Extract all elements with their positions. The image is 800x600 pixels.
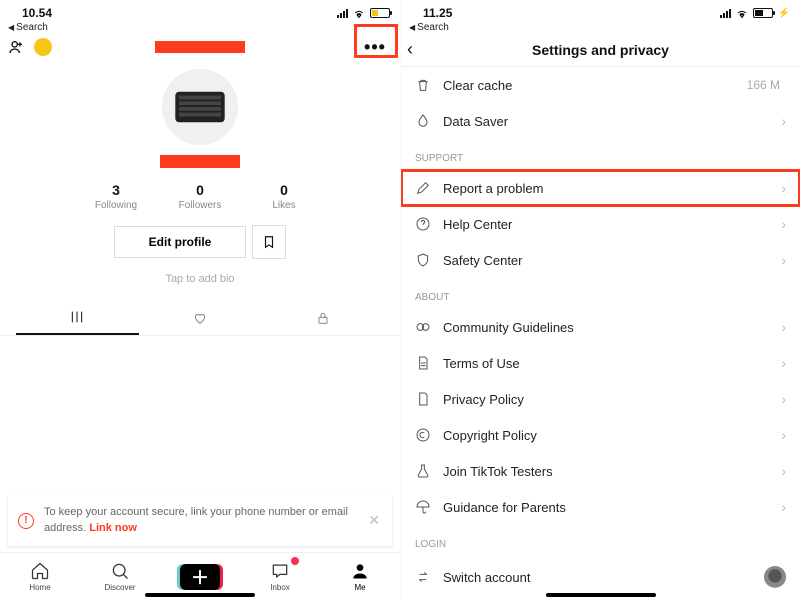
banner-text: To keep your account secure, link your p… — [44, 505, 356, 536]
switch-icon — [415, 569, 431, 585]
tab-private[interactable] — [261, 301, 384, 335]
row-help-center[interactable]: Help Center › — [401, 206, 800, 242]
back-to-search[interactable]: Search — [0, 22, 400, 33]
back-to-search[interactable]: Search — [401, 22, 800, 33]
settings-header: ‹ Settings and privacy — [401, 33, 800, 67]
status-indicators: ⚡ — [720, 8, 790, 19]
edit-profile-row: Edit profile — [0, 225, 400, 259]
profile-avatar-area — [0, 61, 400, 168]
cache-size: 166 M — [747, 78, 780, 92]
profile-screen: 10.54 Search ••• 3 Following 0 Followers — [0, 0, 400, 600]
home-indicator — [145, 593, 255, 597]
page-icon — [415, 391, 431, 407]
tab-liked[interactable] — [139, 301, 262, 335]
account-avatar-thumb — [764, 566, 786, 588]
trash-icon — [415, 77, 431, 93]
drop-icon — [415, 113, 431, 129]
guidelines-icon — [415, 319, 431, 335]
wifi-icon — [352, 8, 366, 18]
stat-following[interactable]: 3 Following — [74, 182, 158, 211]
row-report-problem[interactable]: Report a problem › — [401, 170, 800, 206]
row-safety-center[interactable]: Safety Center › — [401, 242, 800, 278]
chevron-right-icon: › — [781, 180, 786, 196]
status-indicators — [337, 8, 390, 18]
profile-header-row: ••• — [0, 33, 400, 61]
cellular-icon — [720, 9, 731, 18]
bookmark-button[interactable] — [252, 225, 286, 259]
row-terms-of-use[interactable]: Terms of Use › — [401, 345, 800, 381]
chevron-right-icon: › — [781, 391, 786, 407]
more-options-button[interactable]: ••• — [358, 34, 392, 60]
chevron-right-icon: › — [781, 427, 786, 443]
chevron-right-icon: › — [781, 113, 786, 129]
coin-icon[interactable] — [34, 38, 52, 56]
security-banner: ! To keep your account secure, link your… — [8, 495, 392, 546]
chevron-right-icon: › — [781, 319, 786, 335]
tap-to-add-bio[interactable]: Tap to add bio — [0, 273, 400, 285]
page-title: Settings and privacy — [532, 42, 669, 58]
row-switch-account[interactable]: Switch account — [401, 556, 800, 598]
chevron-right-icon: › — [781, 216, 786, 232]
chevron-right-icon: › — [781, 499, 786, 515]
home-indicator — [546, 593, 656, 597]
banner-close[interactable]: ✕ — [366, 512, 382, 529]
battery-icon — [370, 8, 390, 18]
username-redacted — [155, 41, 245, 53]
inbox-badge — [291, 557, 299, 565]
tab-posts[interactable] — [16, 301, 139, 335]
document-icon — [415, 355, 431, 371]
status-bar: 10.54 — [0, 0, 400, 22]
section-support: SUPPORT — [401, 139, 800, 170]
cellular-icon — [337, 9, 348, 18]
edit-profile-button[interactable]: Edit profile — [114, 226, 247, 258]
alert-icon: ! — [18, 513, 34, 529]
nav-me[interactable]: Me — [320, 553, 400, 600]
profile-avatar[interactable] — [162, 69, 238, 145]
umbrella-icon — [415, 499, 431, 515]
section-about: ABOUT — [401, 278, 800, 309]
charging-icon: ⚡ — [778, 8, 790, 19]
section-login: LOGIN — [401, 525, 800, 556]
battery-icon — [753, 8, 773, 18]
wifi-icon — [735, 8, 749, 18]
chevron-right-icon: › — [781, 463, 786, 479]
row-privacy-policy[interactable]: Privacy Policy › — [401, 381, 800, 417]
stat-followers[interactable]: 0 Followers — [158, 182, 242, 211]
profile-stats: 3 Following 0 Followers 0 Likes — [0, 182, 400, 211]
stat-likes[interactable]: 0 Likes — [242, 182, 326, 211]
row-copyright-policy[interactable]: Copyright Policy › — [401, 417, 800, 453]
back-button[interactable]: ‹ — [407, 39, 413, 60]
link-now[interactable]: Link now — [89, 522, 137, 534]
question-icon — [415, 216, 431, 232]
copyright-icon — [415, 427, 431, 443]
row-guidance-parents[interactable]: Guidance for Parents › — [401, 489, 800, 525]
chevron-right-icon: › — [781, 355, 786, 371]
row-community-guidelines[interactable]: Community Guidelines › — [401, 309, 800, 345]
status-time: 11.25 — [411, 6, 452, 20]
row-join-testers[interactable]: Join TikTok Testers › — [401, 453, 800, 489]
flask-icon — [415, 463, 431, 479]
chevron-right-icon: › — [781, 252, 786, 268]
shield-icon — [415, 252, 431, 268]
status-bar: 11.25 ⚡ — [401, 0, 800, 22]
row-data-saver[interactable]: Data Saver › — [401, 103, 800, 139]
status-time: 10.54 — [10, 6, 52, 20]
settings-list: Clear cache 166 M Data Saver › SUPPORT R… — [401, 67, 800, 600]
add-friends-icon[interactable] — [8, 39, 24, 55]
plus-icon: ＋ — [180, 564, 220, 590]
settings-screen: 11.25 ⚡ Search ‹ Settings and privacy Cl… — [400, 0, 800, 600]
handle-redacted — [160, 155, 240, 168]
row-clear-cache[interactable]: Clear cache 166 M — [401, 67, 800, 103]
nav-home[interactable]: Home — [0, 553, 80, 600]
pencil-icon — [415, 180, 431, 196]
content-tabs — [0, 301, 400, 336]
